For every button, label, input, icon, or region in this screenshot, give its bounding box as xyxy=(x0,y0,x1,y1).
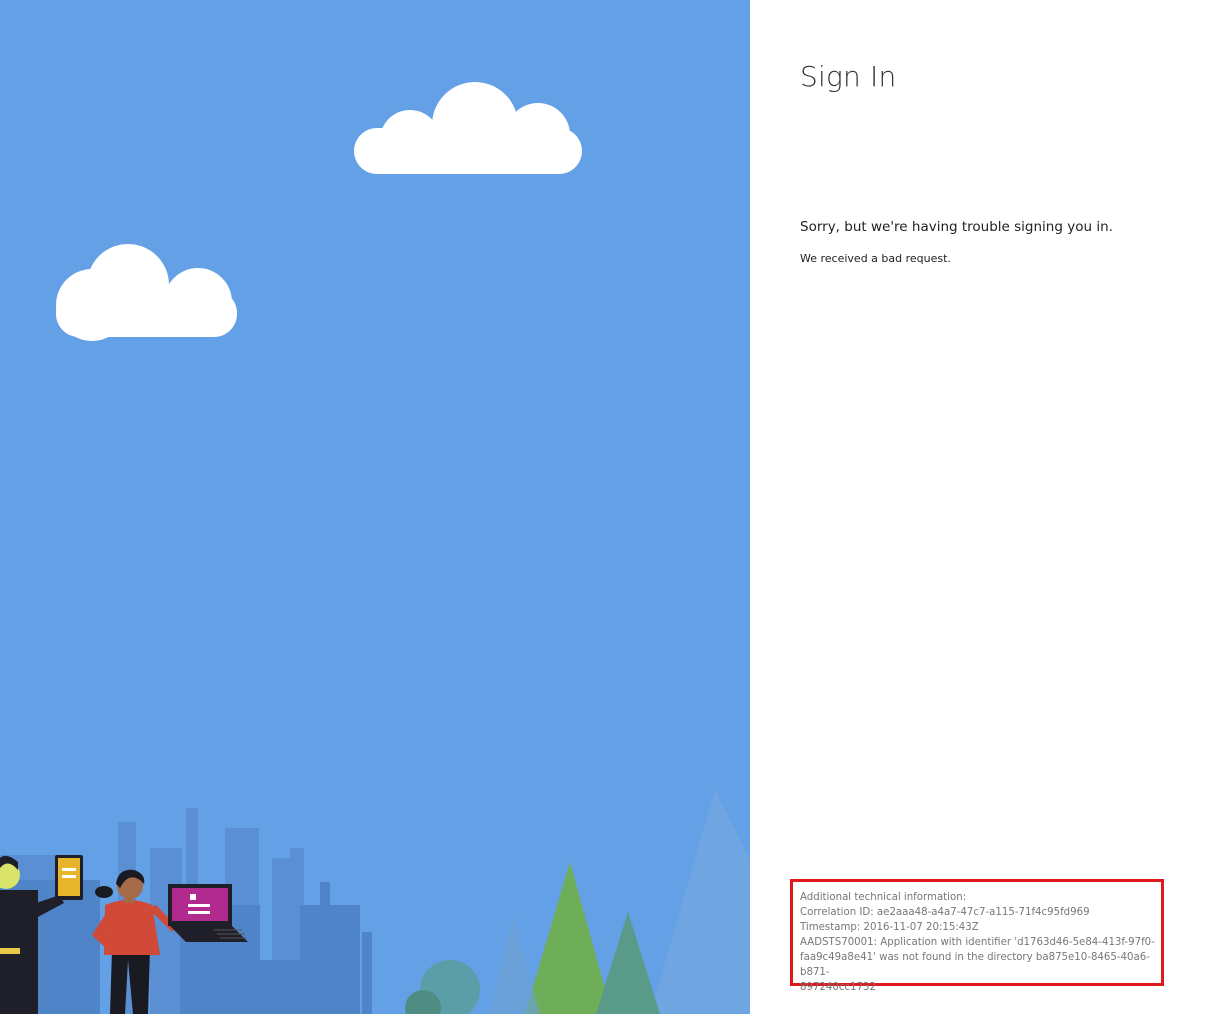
error-detail: We received a bad request. xyxy=(800,252,951,265)
timestamp: Timestamp: 2016-11-07 20:15:43Z xyxy=(800,922,979,933)
error-message-line: faa9c49a8e41' was not found in the direc… xyxy=(800,952,1150,978)
cloud-icon xyxy=(354,82,582,174)
error-heading: Sorry, but we're having trouble signing … xyxy=(800,219,1113,235)
sign-in-panel: Sign In Sorry, but we're having trouble … xyxy=(750,0,1216,1014)
error-message-line: AADSTS70001: Application with identifier… xyxy=(800,937,1155,948)
technical-info: Additional technical information: Correl… xyxy=(800,890,1168,995)
page-title: Sign In xyxy=(800,60,897,93)
technical-info-header: Additional technical information: xyxy=(800,892,967,903)
cloud-icon xyxy=(56,244,237,341)
city-illustration xyxy=(0,82,750,1014)
correlation-id: Correlation ID: ae2aaa48-a4a7-47c7-a115-… xyxy=(800,907,1090,918)
sign-in-illustration xyxy=(0,0,750,1014)
error-message-line: 897240cc1732 xyxy=(800,982,877,993)
